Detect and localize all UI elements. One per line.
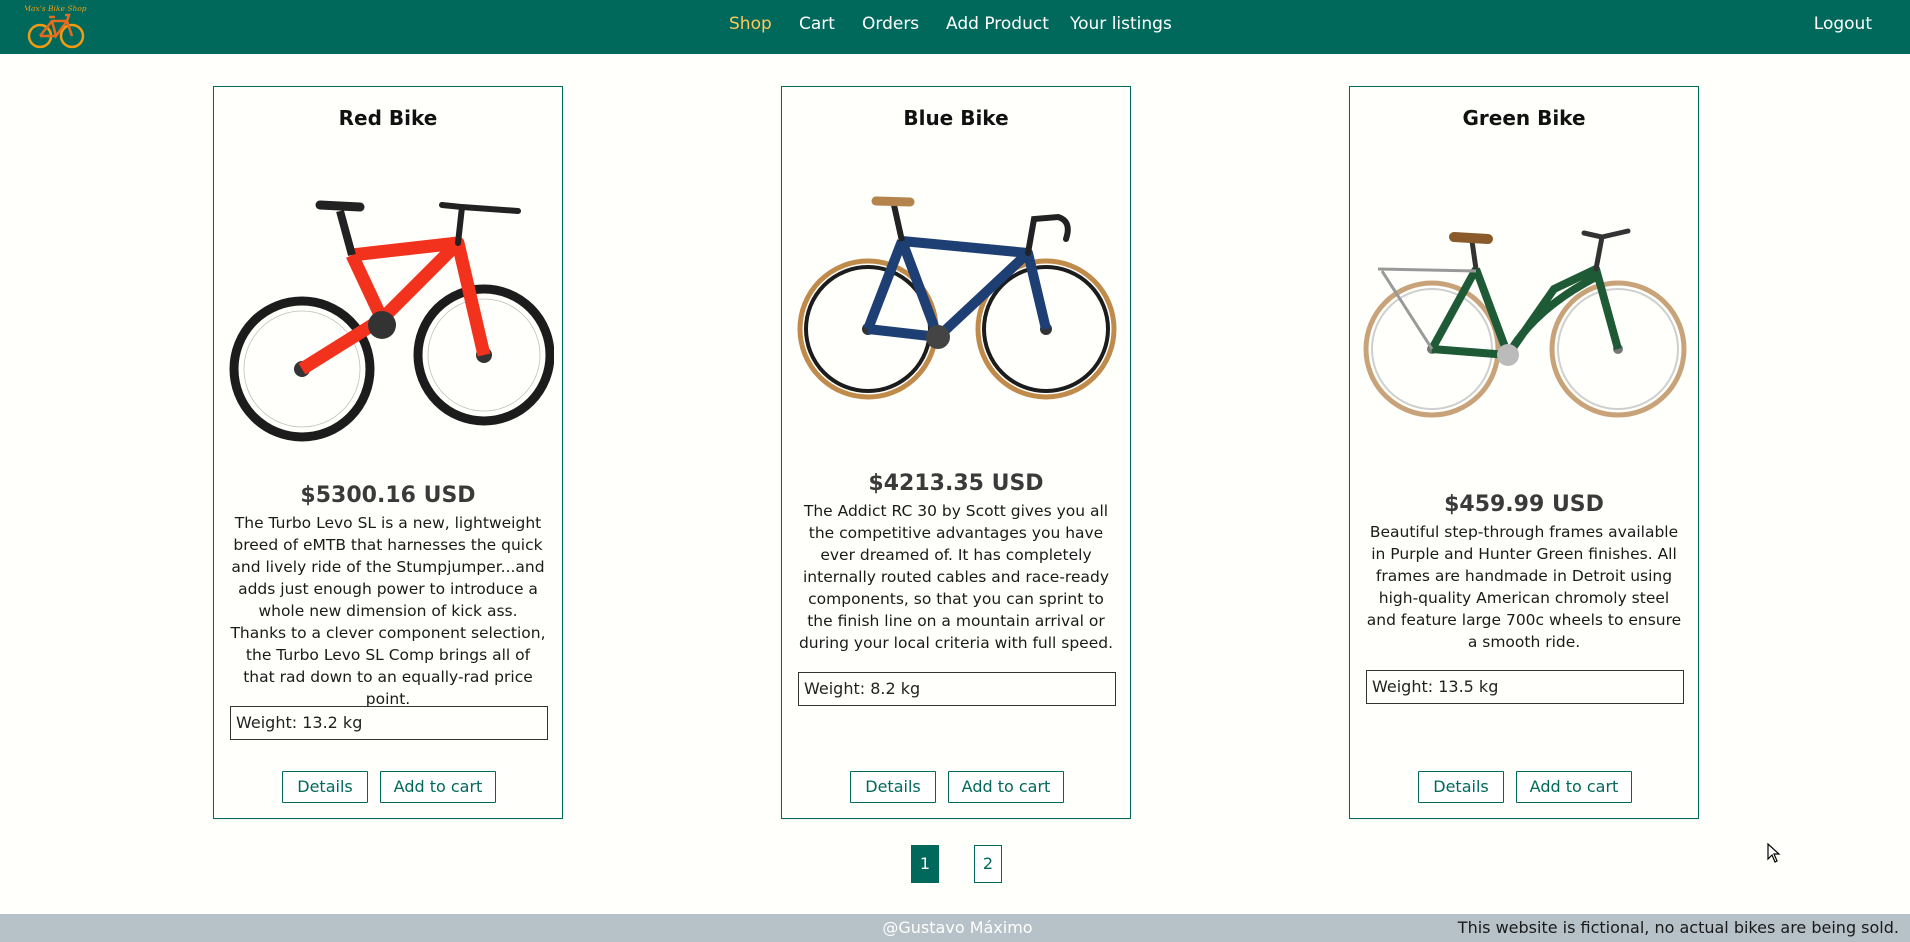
- mouse-cursor-icon: [1767, 842, 1781, 867]
- footer: @Gustavo Máximo This website is fictiona…: [0, 914, 1910, 942]
- footer-disclaimer: This website is fictional, no actual bik…: [1457, 918, 1899, 937]
- nav-your-listings[interactable]: Your listings: [1070, 14, 1172, 34]
- nav-orders[interactable]: Orders: [862, 14, 919, 34]
- product-price: $5300.16 USD: [300, 483, 476, 508]
- product-card: Red Bike $5300.16 USD The Turbo Levo SL …: [213, 86, 563, 819]
- add-to-cart-button[interactable]: Add to cart: [380, 771, 496, 803]
- product-description: The Addict RC 30 by Scott gives you all …: [798, 502, 1114, 652]
- product-description: The Turbo Levo SL is a new, lightweight …: [230, 514, 546, 708]
- product-title: Blue Bike: [903, 106, 1009, 130]
- details-button[interactable]: Details: [1418, 771, 1504, 803]
- product-price: $459.99 USD: [1444, 492, 1604, 517]
- product-image[interactable]: [222, 159, 555, 449]
- page-button-2[interactable]: 2: [974, 845, 1002, 883]
- product-card: Blue Bike $4213.35 USD The Addict RC 30 …: [781, 86, 1131, 819]
- top-nav-bar: Max's Bike Shop Shop Cart Orders Add Pro…: [0, 0, 1910, 54]
- add-to-cart-button[interactable]: Add to cart: [948, 771, 1064, 803]
- product-weight: Weight: 8.2 kg: [798, 672, 1116, 706]
- product-title: Red Bike: [338, 106, 438, 130]
- product-title: Green Bike: [1462, 106, 1586, 130]
- product-price: $4213.35 USD: [868, 471, 1044, 496]
- product-weight: Weight: 13.5 kg: [1366, 670, 1684, 704]
- red-mountain-bike-icon: [229, 200, 555, 442]
- product-image[interactable]: [790, 159, 1122, 449]
- product-card: Green Bike $459.99 USD Beautiful step-th…: [1349, 86, 1699, 819]
- product-image[interactable]: [1358, 159, 1690, 449]
- add-to-cart-button[interactable]: Add to cart: [1516, 771, 1632, 803]
- green-city-bike-icon: [1363, 228, 1687, 418]
- nav-shop[interactable]: Shop: [729, 14, 772, 34]
- product-weight: Weight: 13.2 kg: [230, 706, 548, 740]
- blue-road-bike-icon: [797, 196, 1117, 400]
- details-button[interactable]: Details: [850, 771, 936, 803]
- page-button-1[interactable]: 1: [911, 845, 939, 883]
- product-description: Beautiful step-through frames available …: [1366, 523, 1682, 651]
- details-button[interactable]: Details: [282, 771, 368, 803]
- nav-add-product[interactable]: Add Product: [946, 14, 1049, 34]
- logout-link[interactable]: Logout: [1814, 14, 1872, 34]
- nav-cart[interactable]: Cart: [799, 14, 835, 34]
